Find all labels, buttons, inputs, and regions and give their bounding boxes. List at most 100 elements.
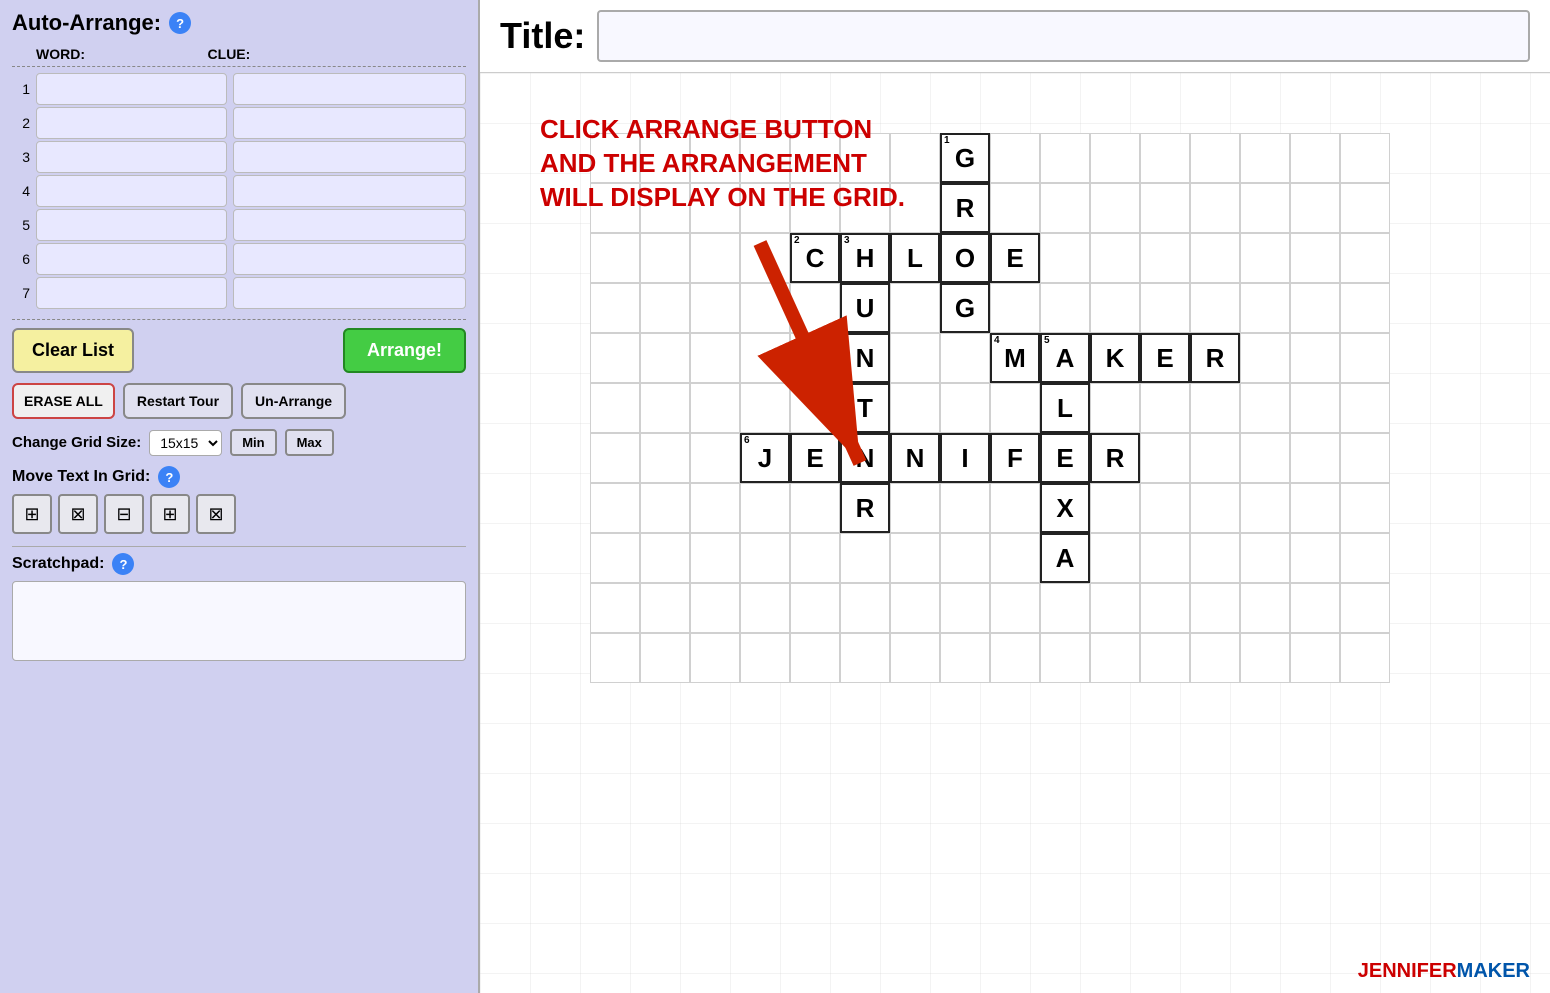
grid-cell (640, 283, 690, 333)
grid-cell (1090, 383, 1140, 433)
grid-cell (890, 333, 940, 383)
grid-cell (640, 533, 690, 583)
grid-cell (1240, 483, 1290, 533)
grid-cell (1040, 133, 1090, 183)
grid-cell (1040, 583, 1090, 633)
row-number: 1 (12, 81, 30, 97)
clue-input[interactable] (233, 107, 466, 139)
grid-cell (1140, 483, 1190, 533)
grid-cell (940, 633, 990, 683)
grid-cell (590, 233, 640, 283)
left-panel: Auto-Arrange: ? WORD: CLUE: 1 2 3 4 5 (0, 0, 480, 993)
word-input[interactable] (36, 175, 227, 207)
grid-cell (1340, 633, 1390, 683)
grid-cell (1240, 233, 1290, 283)
grid-cell (790, 383, 840, 433)
row-number: 4 (12, 183, 30, 199)
logo-maker: MAKER (1457, 960, 1530, 982)
grid-cell (590, 483, 640, 533)
grid-cell (1340, 383, 1390, 433)
grid-cell (990, 533, 1040, 583)
grid-cell (1240, 383, 1290, 433)
auto-arrange-help-icon[interactable]: ? (169, 12, 191, 34)
move-icon-3[interactable]: ⊟ (104, 494, 144, 534)
grid-cell (990, 483, 1040, 533)
restart-tour-button[interactable]: Restart Tour (123, 383, 233, 419)
move-icon-2[interactable]: ⊠ (58, 494, 98, 534)
erase-all-button[interactable]: ERASE ALL (12, 383, 115, 419)
grid-cell (990, 183, 1040, 233)
unarrange-button[interactable]: Un-Arrange (241, 383, 346, 419)
move-icon-4[interactable]: ⊞ (150, 494, 190, 534)
word-row: 7 (12, 277, 466, 309)
scratchpad-textarea[interactable] (12, 581, 466, 661)
grid-cell (1340, 183, 1390, 233)
grid-cell (1290, 283, 1340, 333)
clue-input[interactable] (233, 209, 466, 241)
grid-cell (690, 583, 740, 633)
clue-input[interactable] (233, 277, 466, 309)
word-row: 1 (12, 73, 466, 105)
grid-cell (1340, 533, 1390, 583)
scratchpad-help-icon[interactable]: ? (112, 553, 134, 575)
clue-input[interactable] (233, 175, 466, 207)
title-input[interactable] (597, 10, 1530, 62)
grid-cell (1290, 483, 1340, 533)
word-input[interactable] (36, 73, 227, 105)
grid-cell (890, 533, 940, 583)
clear-list-button[interactable]: Clear List (12, 328, 134, 373)
grid-cell: R (1090, 433, 1140, 483)
grid-cell (1240, 433, 1290, 483)
grid-cell (1190, 483, 1240, 533)
title-bar: Title: (480, 0, 1550, 73)
word-input[interactable] (36, 107, 227, 139)
clue-input[interactable] (233, 141, 466, 173)
grid-cell (790, 183, 840, 233)
grid-cell (1240, 183, 1290, 233)
grid-cell (690, 483, 740, 533)
move-text-help-icon[interactable]: ? (158, 466, 180, 488)
grid-cell (1290, 433, 1340, 483)
grid-cell (1240, 583, 1290, 633)
word-input[interactable] (36, 141, 227, 173)
grid-cell: N (890, 433, 940, 483)
word-clue-header: WORD: CLUE: (12, 46, 466, 67)
grid-cell (840, 633, 890, 683)
word-input[interactable] (36, 277, 227, 309)
grid-cell (1290, 583, 1340, 633)
word-input[interactable] (36, 209, 227, 241)
arrange-button[interactable]: Arrange! (343, 328, 466, 373)
row-number: 7 (12, 285, 30, 301)
grid-cell (940, 533, 990, 583)
grid-cell (1040, 183, 1090, 233)
grid-cell (940, 583, 990, 633)
grid-cell (790, 533, 840, 583)
grid-size-select[interactable]: 15x15 (149, 430, 222, 456)
max-button[interactable]: Max (285, 429, 334, 456)
word-input[interactable] (36, 243, 227, 275)
grid-cell (790, 333, 840, 383)
grid-cell (990, 133, 1040, 183)
grid-cell (1140, 233, 1190, 283)
grid-cell (890, 583, 940, 633)
move-icon-5[interactable]: ⊠ (196, 494, 236, 534)
clue-input[interactable] (233, 73, 466, 105)
grid-cell (1290, 533, 1340, 583)
grid-cell (990, 383, 1040, 433)
grid-cell (640, 183, 690, 233)
move-icon-1[interactable]: ⊞ (12, 494, 52, 534)
grid-cell (790, 633, 840, 683)
grid-cell: 4M (990, 333, 1040, 383)
grid-cell (1340, 433, 1390, 483)
grid-cell (1140, 183, 1190, 233)
grid-cell (1190, 233, 1240, 283)
grid-cell (890, 183, 940, 233)
min-button[interactable]: Min (230, 429, 276, 456)
clue-input[interactable] (233, 243, 466, 275)
title-label: Title: (500, 15, 585, 57)
move-icons-row: ⊞ ⊠ ⊟ ⊞ ⊠ (12, 494, 466, 534)
grid-cell (640, 483, 690, 533)
grid-cell (1340, 283, 1390, 333)
grid-cell (940, 333, 990, 383)
grid-area: CLICK ARRANGE BUTTON AND THE ARRANGEMENT… (480, 73, 1550, 993)
